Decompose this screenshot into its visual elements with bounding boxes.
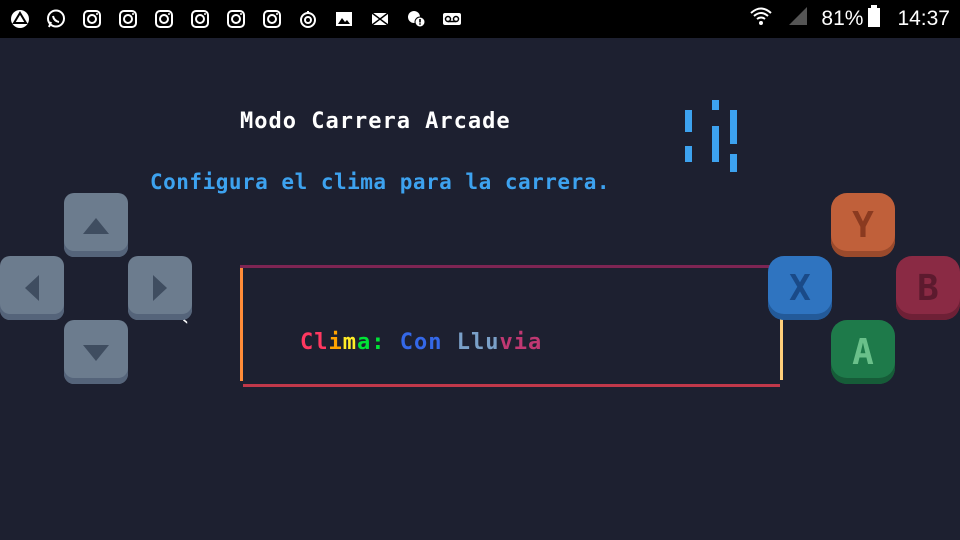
clima-value-char: o <box>413 330 429 355</box>
game-title: Modo Carrera Arcade <box>240 109 511 134</box>
clima-label-char: l <box>314 330 329 355</box>
instagram-icon <box>154 9 174 29</box>
clima-value-char: C <box>399 330 414 355</box>
clima-label-char: i <box>328 330 343 355</box>
x-button[interactable]: X <box>768 256 832 320</box>
instagram-icon <box>226 9 246 29</box>
clima-value-char: n <box>428 330 443 355</box>
clima-value-char: i <box>513 330 528 355</box>
status-bar: 81% 14:37 <box>0 0 960 38</box>
clima-value-char: v <box>499 330 514 355</box>
battery-icon <box>867 5 881 33</box>
wifi-icon <box>749 5 773 33</box>
clima-value-char: L <box>456 330 471 355</box>
clima-label-char: a <box>356 330 372 355</box>
clima-label-char: : <box>371 330 386 355</box>
instagram-icon <box>82 9 102 29</box>
gallery-icon <box>334 9 354 29</box>
battery-percent: 81% <box>821 7 864 30</box>
clima-label-char: m <box>342 330 357 355</box>
dpad-up-button[interactable] <box>64 193 128 257</box>
instagram-icon <box>190 9 210 29</box>
up-arrow-icon <box>83 218 109 234</box>
clima-label-char: C <box>299 330 315 355</box>
a-button[interactable]: A <box>831 320 895 384</box>
game-subtitle: Configura el clima para la carrera. <box>150 170 611 194</box>
dpad-left-button[interactable] <box>0 256 64 320</box>
clima-row[interactable]: Clima: Con Lluvia <box>243 305 542 380</box>
y-button[interactable]: Y <box>831 193 895 257</box>
down-arrow-icon <box>83 345 109 361</box>
right-arrow-icon <box>153 275 167 301</box>
b-button[interactable]: B <box>896 256 960 320</box>
dpad-down-button[interactable] <box>64 320 128 384</box>
box-border-bottom <box>243 384 780 387</box>
instagram-icon <box>262 9 282 29</box>
notification-icons <box>10 9 478 29</box>
clima-label: Clima: <box>300 330 386 355</box>
clima-value-char: a <box>527 330 543 355</box>
clima-value-char: u <box>485 330 500 355</box>
chat-alert-icon <box>406 9 426 29</box>
clima-value[interactable]: Con Lluvia <box>400 330 543 355</box>
status-right: 81% 14:37 <box>749 0 950 38</box>
voicemail-icon <box>442 9 462 29</box>
mail-icon <box>370 9 390 29</box>
left-arrow-icon <box>25 275 39 301</box>
drive-icon <box>10 9 30 29</box>
instagram-icon <box>118 9 138 29</box>
dpad-right-button[interactable] <box>128 256 192 320</box>
signal-icon <box>787 5 809 33</box>
box-border-top <box>240 265 782 268</box>
whatsapp-icon <box>46 9 66 29</box>
signal-meter-icon <box>685 100 737 172</box>
clock: 14:37 <box>897 7 950 30</box>
clima-value-char: l <box>470 330 486 355</box>
sync-icon <box>298 9 318 29</box>
